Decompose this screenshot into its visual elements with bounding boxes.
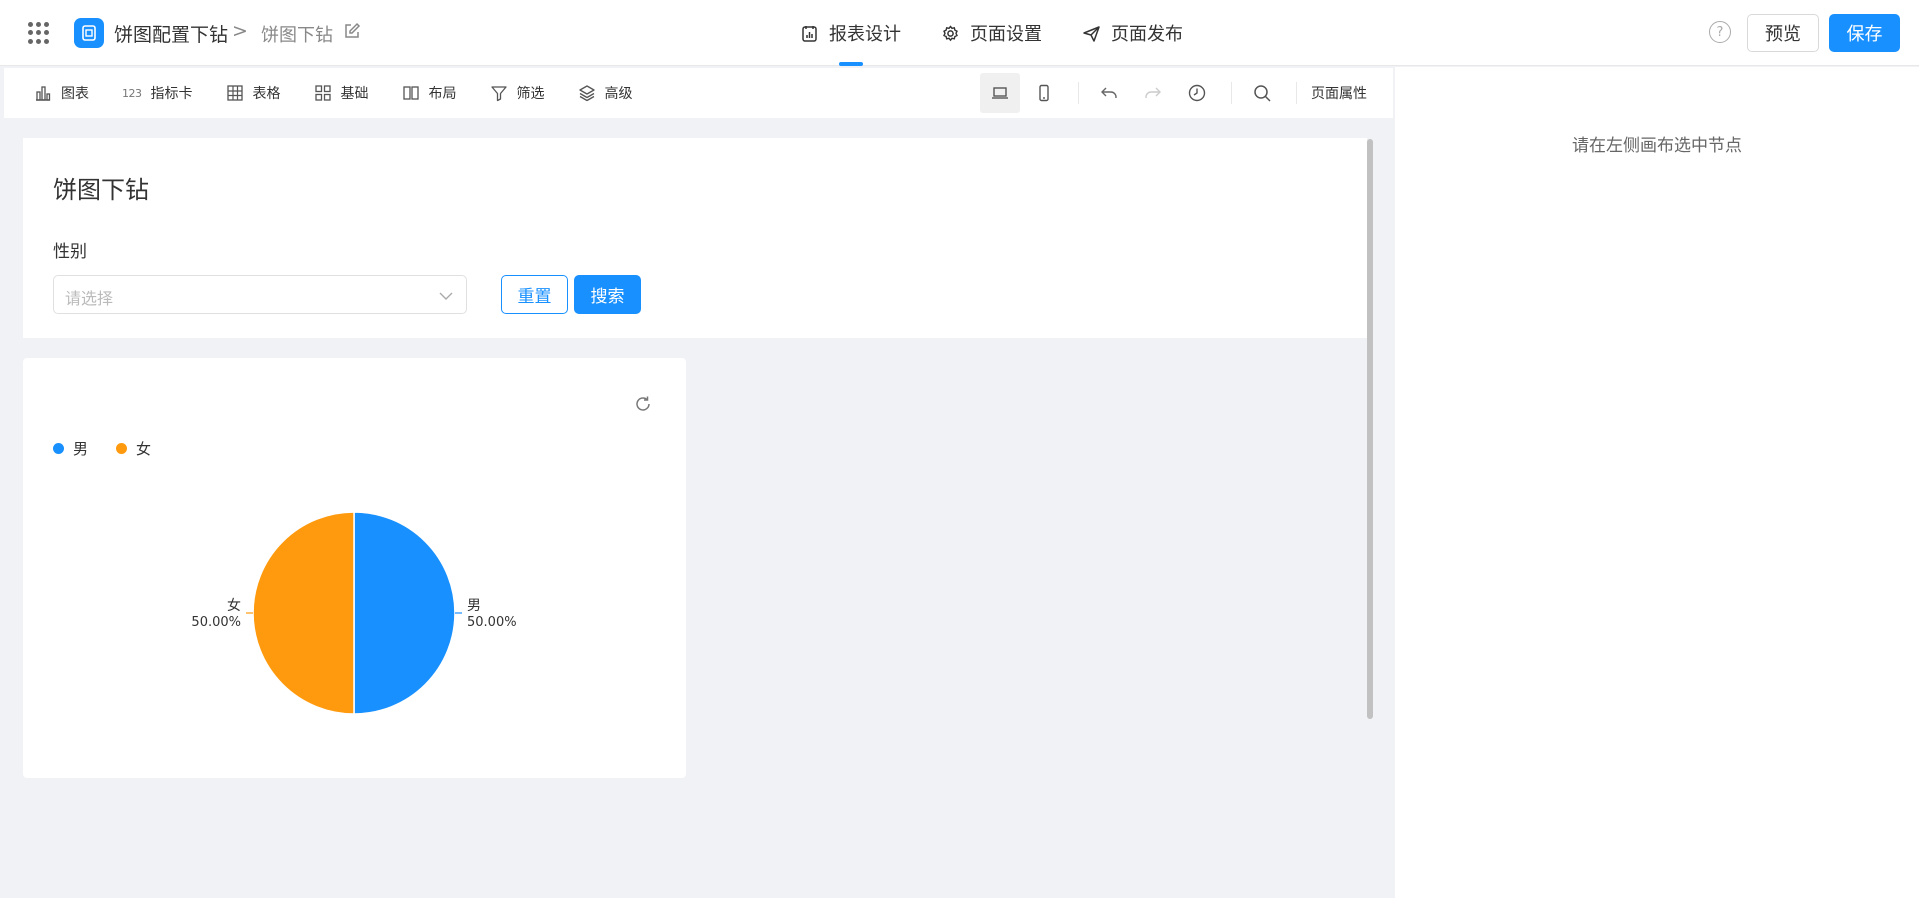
pie-slice-0[interactable] [353, 511, 456, 715]
tool-label: 图表 [61, 86, 89, 102]
pie-chart: 男50.00%女50.00% [191, 511, 517, 715]
search-submit-button[interactable]: 搜索 [574, 275, 641, 314]
slice-label-1: 女 [227, 597, 241, 614]
app-name[interactable]: 饼图配置下钻 [114, 20, 228, 47]
page-properties-button[interactable]: 页面属性 [1311, 83, 1367, 103]
tab-label: 报表设计 [829, 24, 901, 45]
pie-chart-card[interactable]: 男 女 男 50.00% 女 50.00% [23, 358, 686, 778]
toolbar-divider [1231, 82, 1232, 104]
slice-value-1: 50.00% [191, 615, 241, 630]
save-button[interactable]: 保存 [1829, 14, 1900, 52]
table-icon [226, 85, 243, 101]
toolbar-actions: 页面属性 [980, 68, 1367, 118]
number-card-icon: 123 [122, 86, 142, 100]
tab-label: 页面设置 [970, 24, 1042, 45]
redo-button[interactable] [1133, 73, 1173, 113]
top-tabs: 报表设计 页面设置 页面发布 [780, 0, 1203, 66]
tool-number-card[interactable]: 123 指标卡 [122, 83, 193, 103]
slice-label-0: 男 [467, 598, 481, 614]
breadcrumb-separator: > [232, 20, 248, 42]
top-header: 饼图配置下钻 > 饼图下钻 报表设计 页面设置 页面发布 ? 预览 保存 [0, 0, 1919, 66]
tab-page-settings[interactable]: 页面设置 [921, 0, 1062, 66]
slice-value-0: 50.00% [467, 615, 517, 630]
page-name: 饼图下钻 [261, 25, 333, 46]
mobile-icon [1039, 84, 1049, 102]
tool-label: 高级 [604, 86, 633, 102]
layers-icon [578, 85, 595, 102]
grid-icon [314, 85, 331, 101]
filter-icon [490, 86, 507, 102]
pie-slice-1[interactable] [252, 511, 355, 715]
laptop-icon [992, 87, 1008, 99]
tool-table[interactable]: 表格 [226, 83, 281, 103]
canvas-scrollbar[interactable] [1367, 139, 1373, 719]
preview-button[interactable]: 预览 [1747, 14, 1819, 52]
tab-page-publish[interactable]: 页面发布 [1062, 0, 1203, 66]
help-icon[interactable]: ? [1709, 21, 1731, 43]
tool-advanced[interactable]: 高级 [578, 83, 633, 103]
tool-label: 表格 [252, 86, 281, 102]
tool-label: 基础 [340, 86, 369, 102]
tab-label: 页面发布 [1111, 24, 1183, 45]
undo-icon [1101, 87, 1117, 98]
toolbar-divider [1078, 82, 1079, 104]
report-title: 饼图下钻 [53, 176, 149, 204]
gear-icon [943, 24, 958, 41]
search-button[interactable] [1242, 73, 1282, 113]
filter-card[interactable]: 饼图下钻 性别 请选择 重置 搜索 [23, 138, 1367, 338]
search-icon [1254, 85, 1271, 102]
mobile-view-button[interactable] [1024, 73, 1064, 113]
bar-chart-icon [36, 86, 51, 101]
properties-hint: 请在左侧画布选中节点 [1572, 136, 1742, 156]
tool-basic[interactable]: 基础 [314, 83, 369, 103]
gender-select[interactable]: 请选择 [53, 275, 467, 314]
report-design-icon [802, 25, 817, 42]
tool-label: 指标卡 [150, 86, 193, 102]
apps-grid-icon[interactable] [28, 22, 50, 44]
chevron-down-icon [439, 292, 453, 300]
edit-icon[interactable] [343, 22, 361, 40]
properties-panel: 请在左侧画布选中节点 [1395, 67, 1919, 898]
send-icon [1083, 25, 1100, 42]
undo-button[interactable] [1089, 73, 1129, 113]
gender-filter-label: 性别 [53, 242, 87, 262]
select-placeholder: 请选择 [65, 289, 114, 308]
desktop-view-button[interactable] [980, 73, 1020, 113]
tool-label: 筛选 [516, 86, 545, 102]
app-logo-icon [74, 18, 104, 48]
layout-icon [402, 86, 419, 100]
clock-icon [1188, 84, 1206, 102]
toolbar-divider [1296, 82, 1297, 104]
tool-chart[interactable]: 图表 [34, 83, 89, 103]
component-toolbar: 图表 123 指标卡 表格 基础 布局 筛选 高级 页面属性 [4, 68, 1393, 118]
tool-layout[interactable]: 布局 [402, 83, 457, 103]
tab-report-design[interactable]: 报表设计 [780, 0, 921, 66]
tool-filter[interactable]: 筛选 [490, 83, 545, 103]
toolbar-items: 图表 123 指标卡 表格 基础 布局 筛选 高级 [34, 68, 666, 118]
reset-button[interactable]: 重置 [501, 275, 568, 314]
history-button[interactable] [1177, 73, 1217, 113]
redo-icon [1145, 87, 1161, 98]
tool-label: 布局 [428, 86, 457, 102]
